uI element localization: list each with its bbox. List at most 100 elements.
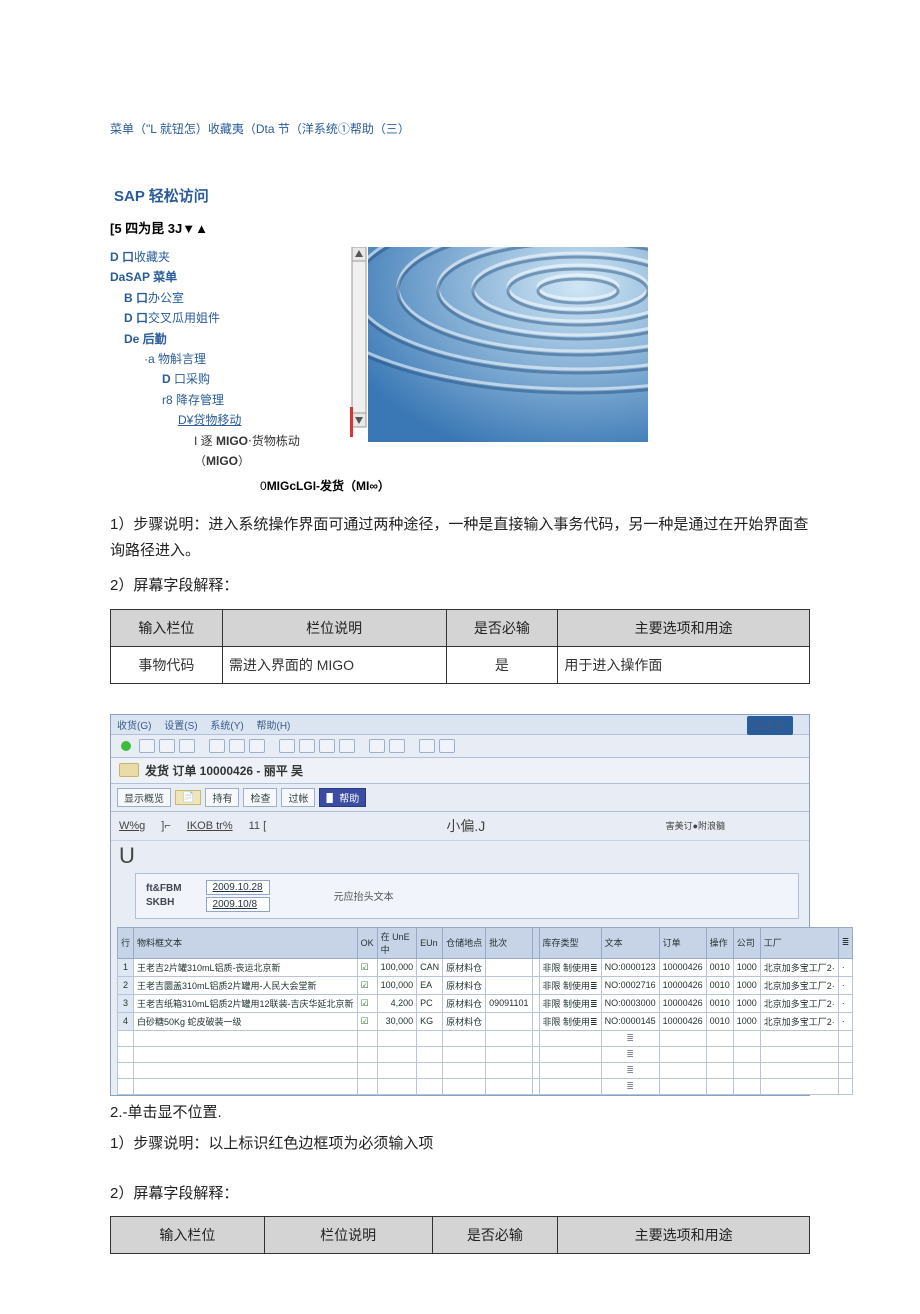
tree-sap-menu[interactable]: DaSAP 菜单 bbox=[110, 267, 340, 287]
toolbar-glyph-line: [5 四为昆 3J▼▲ bbox=[110, 218, 810, 237]
fields-explain-label-1: 2）屏幕字段解释： bbox=[110, 573, 810, 599]
field-table-1: 输入栏位 栏位说明 是否必输 主要选项和用途 事物代码 需进入界面的 MIGO … bbox=[110, 609, 810, 684]
sap-logo: SAP bbox=[747, 716, 793, 735]
menu-item[interactable]: 设置(S) bbox=[164, 721, 197, 732]
tree-materials-mgmt[interactable]: ·a 物斛言理 bbox=[144, 349, 340, 369]
tree-and-image-row: D 口D 口收藏夹收藏夹 DaSAP 菜单 B 口办公室 D 口交叉瓜用姐件 D… bbox=[110, 247, 810, 471]
toolbar-button[interactable] bbox=[279, 739, 295, 753]
th: 库存类型 bbox=[539, 927, 601, 958]
mid-center: 小偏.J bbox=[446, 816, 485, 836]
menu-item[interactable]: 收货(G) bbox=[117, 721, 151, 732]
th-usage: 主要选项和用途 bbox=[558, 1217, 810, 1254]
cell: 事物代码 bbox=[111, 646, 223, 683]
th: 操作 bbox=[706, 927, 733, 958]
toolbar-button[interactable] bbox=[209, 739, 225, 753]
nav-tree: D 口D 口收藏夹收藏夹 DaSAP 菜单 B 口办公室 D 口交叉瓜用姐件 D… bbox=[110, 247, 340, 471]
th bbox=[532, 927, 539, 958]
th: EUn bbox=[417, 927, 443, 958]
migc-line: 0MIGcLGI-发货（MI∞） bbox=[260, 477, 810, 494]
toolbar-button[interactable] bbox=[319, 739, 335, 753]
th-field-desc: 栏位说明 bbox=[222, 609, 446, 646]
th-field-desc: 栏位说明 bbox=[264, 1217, 432, 1254]
doc-date-input[interactable]: 2009.10.28 bbox=[206, 880, 270, 895]
tree-cross-app[interactable]: D 口交叉瓜用姐件 bbox=[124, 308, 340, 328]
toolbar-button[interactable] bbox=[369, 739, 385, 753]
step1-description: 1）步骤说明：进入系统操作界面可通过两种途径，一种是直接输入事务代码，另一种是通… bbox=[110, 512, 810, 563]
btn-overview[interactable]: 显示概览 bbox=[117, 788, 171, 807]
th-input-field: 输入栏位 bbox=[111, 609, 223, 646]
toolbar-button[interactable] bbox=[229, 739, 245, 753]
sap-toolbar bbox=[111, 735, 809, 758]
tree-office[interactable]: B 口办公室 bbox=[124, 288, 340, 308]
sap-menubar: SAP 收货(G) 设置(S) 系统(Y) 帮助(H) bbox=[111, 715, 809, 735]
header-data-box: ft&FBM SKBH 2009.10.28 2009.10/8 元应抬头文本 bbox=[135, 873, 799, 919]
menu-item[interactable]: 系统(Y) bbox=[210, 721, 243, 732]
btn-folder[interactable]: 📄 bbox=[175, 790, 201, 805]
tree-purchasing[interactable]: D 口采购 bbox=[162, 369, 340, 389]
grid-row[interactable]: 3王老吉纸箱310mL铝质2片罐用12联装-吉庆华延北京新4,200PC原材料仓… bbox=[118, 994, 853, 1012]
toolbar-button[interactable] bbox=[249, 739, 265, 753]
water-ripple-svg bbox=[368, 247, 648, 442]
btn-hold[interactable]: 持有 bbox=[205, 788, 239, 807]
th-required: 是否必输 bbox=[446, 609, 558, 646]
toolbar-button[interactable] bbox=[159, 739, 175, 753]
th: ≣ bbox=[838, 927, 853, 958]
toolbar-button[interactable] bbox=[389, 739, 405, 753]
th-input-field: 输入栏位 bbox=[111, 1217, 265, 1254]
header-note: 元应抬头文本 bbox=[334, 888, 394, 903]
cell: 是 bbox=[446, 646, 558, 683]
step2-desc: 1）步骤说明：以上标识红色边框项为必须输入项 bbox=[110, 1131, 810, 1157]
tree-inventory-mgmt[interactable]: r8 降存管理 bbox=[162, 390, 340, 410]
doc-icon[interactable] bbox=[119, 763, 139, 777]
sap-easy-access-title: SAP 轻松访问 bbox=[114, 185, 810, 206]
grid-row[interactable]: 4白砂糖50Kg 蛇皮破装一级30,000KG原材料仓非限 制使用≣NO:000… bbox=[118, 1012, 853, 1030]
ok-icon[interactable] bbox=[121, 741, 131, 751]
u-mark: U bbox=[119, 843, 801, 869]
mid-left2: IKOB tr% bbox=[187, 820, 233, 832]
grid-row[interactable]: 1王老吉2片罐310mL铝质-丧运北京新100,000CAN原材料仓非限 制使用… bbox=[118, 958, 853, 976]
menu-item[interactable]: 帮助(H) bbox=[256, 721, 290, 732]
th: 工厂 bbox=[760, 927, 838, 958]
post-date-input[interactable]: 2009.10/8 bbox=[206, 897, 270, 912]
tree-migo[interactable]: I 逐 MIGO‧货物栋动（MlGO） bbox=[194, 431, 340, 472]
sap-migo-screenshot: SAP 收货(G) 设置(S) 系统(Y) 帮助(H) 发货 订单 100004… bbox=[110, 714, 810, 1096]
subtitle-text: 发货 订单 10000426 - 丽平 吴 bbox=[145, 762, 303, 779]
tree-favorites[interactable]: D 口D 口收藏夹收藏夹 bbox=[110, 247, 340, 267]
fields-explain-label-2: 2）屏幕字段解释： bbox=[110, 1181, 810, 1207]
toolbar-button[interactable] bbox=[439, 739, 455, 753]
toolbar-button[interactable] bbox=[139, 739, 155, 753]
field-table-2: 输入栏位 栏位说明 是否必输 主要选项和用途 bbox=[110, 1216, 810, 1254]
th: 订单 bbox=[659, 927, 706, 958]
toolbar-button[interactable] bbox=[339, 739, 355, 753]
grid-header-row: 行 物料框文本 OK 在 UnE 中 EUn 仓储地点 批次 库存类型 文本 订… bbox=[118, 927, 853, 958]
toolbar-button[interactable] bbox=[419, 739, 435, 753]
tree-goods-movement[interactable]: D¥贷物移动 bbox=[178, 410, 340, 430]
ripple-image bbox=[350, 247, 648, 442]
sap-subtitle: 发货 订单 10000426 - 丽平 吴 bbox=[111, 758, 809, 784]
th-required: 是否必输 bbox=[432, 1217, 558, 1254]
tree-logistics[interactable]: De 后勤 bbox=[124, 329, 340, 349]
grid-row[interactable]: 2王老吉圜盖310mL铝质2片罐用-人民大会堂新100,000EA原材料仓非限 … bbox=[118, 976, 853, 994]
th: 在 UnE 中 bbox=[377, 927, 417, 958]
toolbar-button[interactable] bbox=[299, 739, 315, 753]
th: 文本 bbox=[601, 927, 659, 958]
sap-action-bar: 显示概览 📄 持有 检查 过帐 ▋ 帮助 bbox=[111, 784, 809, 812]
header-values: 2009.10.28 2009.10/8 bbox=[206, 880, 270, 912]
th: 批次 bbox=[486, 927, 532, 958]
mid-left1: W%g bbox=[119, 820, 145, 832]
step2-click: 2.-单击显不位置. bbox=[110, 1100, 810, 1126]
toolbar-button[interactable] bbox=[179, 739, 195, 753]
cell: 用于进入操作面 bbox=[558, 646, 810, 683]
th: 物料框文本 bbox=[134, 927, 358, 958]
th-usage: 主要选项和用途 bbox=[558, 609, 810, 646]
sap-item-grid: 行 物料框文本 OK 在 UnE 中 EUn 仓储地点 批次 库存类型 文本 订… bbox=[117, 927, 803, 1095]
btn-post[interactable]: 过帐 bbox=[281, 788, 315, 807]
btn-check[interactable]: 检查 bbox=[243, 788, 277, 807]
sap-mid-row: W%g ]⌐ IKOB tr% 11 [ 小偏.J 害美订●附浪髓 bbox=[111, 812, 809, 841]
menu-line: 菜单（"L 就钮怎）收藏夷（Dta 节（洋系统①帮助（三） bbox=[110, 120, 810, 137]
table-row: 事物代码 需进入界面的 MIGO 是 用于进入操作面 bbox=[111, 646, 810, 683]
btn-help[interactable]: ▋ 帮助 bbox=[319, 788, 366, 807]
th: OK bbox=[357, 927, 377, 958]
mid-11: 11 [ bbox=[249, 820, 267, 832]
th: 仓储地点 bbox=[443, 927, 486, 958]
